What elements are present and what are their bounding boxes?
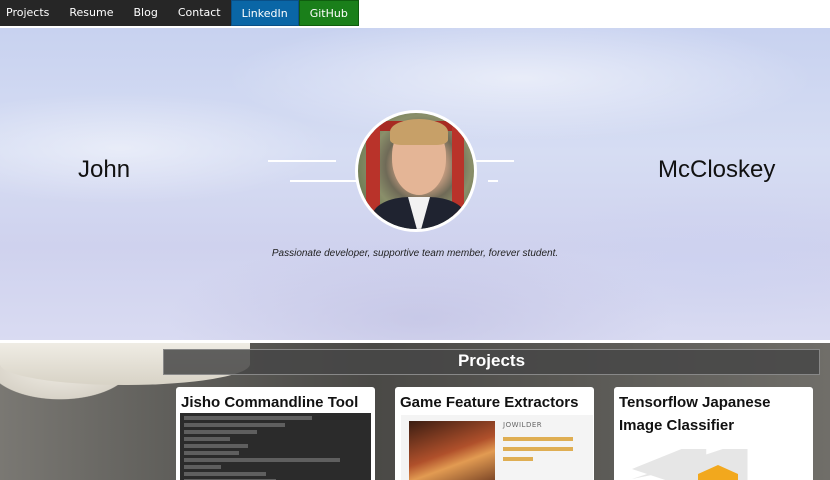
avatar — [355, 110, 477, 232]
project-card-game-features[interactable]: Game Feature Extractors JOWILDER — [395, 387, 594, 480]
hero-banner: John McCloskey Passionate developer, sup… — [0, 26, 830, 340]
nav-projects[interactable]: Projects — [0, 0, 60, 26]
game-link-line — [503, 447, 573, 451]
avatar-hair — [390, 119, 448, 145]
project-card-tensorflow[interactable]: Tensorflow Japanese Image Classifier — [614, 387, 813, 480]
game-link-line — [503, 457, 533, 461]
project-card-title[interactable]: Jisho Commandline Tool — [181, 391, 371, 414]
terminal-screenshot — [180, 413, 371, 480]
nav-resume[interactable]: Resume — [59, 0, 124, 26]
game-screenshot: JOWILDER — [401, 415, 593, 480]
first-name: John — [78, 156, 131, 183]
nav-contact[interactable]: Contact — [167, 0, 231, 26]
decorative-line — [476, 160, 514, 162]
project-card-title[interactable]: Game Feature Extractors — [400, 391, 590, 414]
last-name: McCloskey — [658, 156, 776, 183]
project-card-title[interactable]: Tensorflow Japanese Image Classifier — [619, 391, 809, 437]
nav-blog[interactable]: Blog — [123, 0, 168, 26]
game-artwork — [409, 421, 495, 480]
projects-section: Projects Jisho Commandline Tool Game Fea… — [0, 343, 830, 480]
decorative-line — [488, 180, 498, 182]
decorative-line — [268, 160, 336, 162]
top-nav: Projects Resume Blog Contact LinkedIn Gi… — [0, 0, 359, 26]
projects-heading: Projects — [457, 351, 526, 370]
nav-linkedin[interactable]: LinkedIn — [230, 0, 299, 26]
game-brand: JOWILDER — [503, 421, 543, 429]
nav-github[interactable]: GitHub — [298, 0, 359, 26]
tagline: Passionate developer, supportive team me… — [271, 248, 559, 259]
project-card-jisho[interactable]: Jisho Commandline Tool — [176, 387, 375, 480]
projects-header-bar: Projects — [163, 349, 820, 375]
decorative-line — [290, 180, 356, 182]
game-link-line — [503, 437, 573, 441]
